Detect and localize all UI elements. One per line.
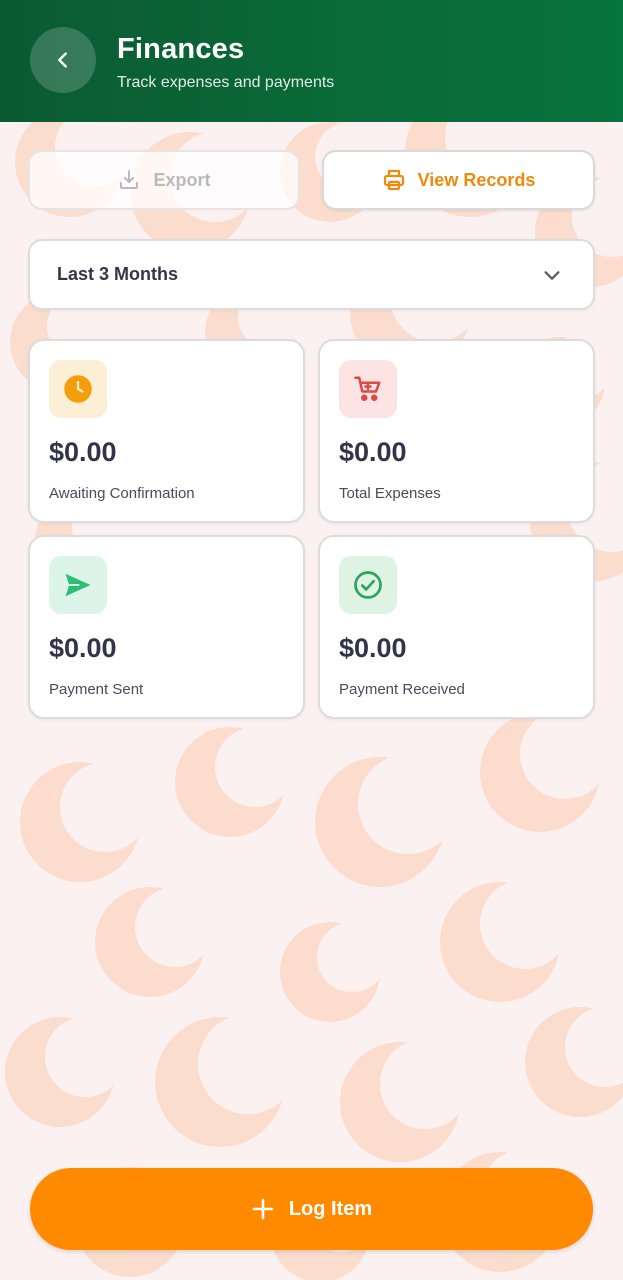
received-icon-box xyxy=(339,556,397,614)
export-label: Export xyxy=(153,169,211,190)
export-button[interactable]: Export xyxy=(28,150,300,210)
sent-icon-box xyxy=(49,556,107,614)
awaiting-icon-box xyxy=(49,360,107,418)
view-records-label: View Records xyxy=(417,169,536,190)
total-expenses-card[interactable]: $0.00 Total Expenses xyxy=(318,339,595,523)
received-amount: $0.00 xyxy=(339,633,407,663)
sent-amount: $0.00 xyxy=(49,633,117,663)
app-header: Finances Track expenses and payments xyxy=(0,0,623,122)
awaiting-amount: $0.00 xyxy=(49,437,117,467)
sent-label: Payment Sent xyxy=(49,681,144,698)
check-circle-icon xyxy=(354,571,382,599)
expenses-icon-box xyxy=(339,360,397,418)
expenses-amount: $0.00 xyxy=(339,437,407,467)
page-title: Finances xyxy=(117,33,245,65)
view-records-button[interactable]: View Records xyxy=(322,150,595,210)
log-item-label: Log Item xyxy=(288,1197,373,1220)
awaiting-label: Awaiting Confirmation xyxy=(49,485,195,502)
period-dropdown[interactable]: Last 3 Months xyxy=(28,239,595,310)
chevron-down-icon xyxy=(544,270,560,280)
awaiting-confirmation-card[interactable]: $0.00 Awaiting Confirmation xyxy=(28,339,305,523)
payment-sent-card[interactable]: $0.00 Payment Sent xyxy=(28,535,305,719)
back-button[interactable] xyxy=(30,27,96,93)
clock-icon xyxy=(64,375,92,403)
payment-received-card[interactable]: $0.00 Payment Received xyxy=(318,535,595,719)
log-item-button[interactable]: Log Item xyxy=(30,1168,593,1250)
printer-icon xyxy=(383,169,404,191)
plus-icon xyxy=(252,1198,274,1220)
page-subtitle: Track expenses and payments xyxy=(117,74,335,91)
send-icon xyxy=(65,573,91,597)
period-selected-label: Last 3 Months xyxy=(57,264,179,284)
received-label: Payment Received xyxy=(339,681,465,698)
cart-icon xyxy=(354,376,381,401)
download-icon xyxy=(120,170,139,189)
expenses-label: Total Expenses xyxy=(339,485,441,502)
chevron-left-icon xyxy=(58,52,67,68)
